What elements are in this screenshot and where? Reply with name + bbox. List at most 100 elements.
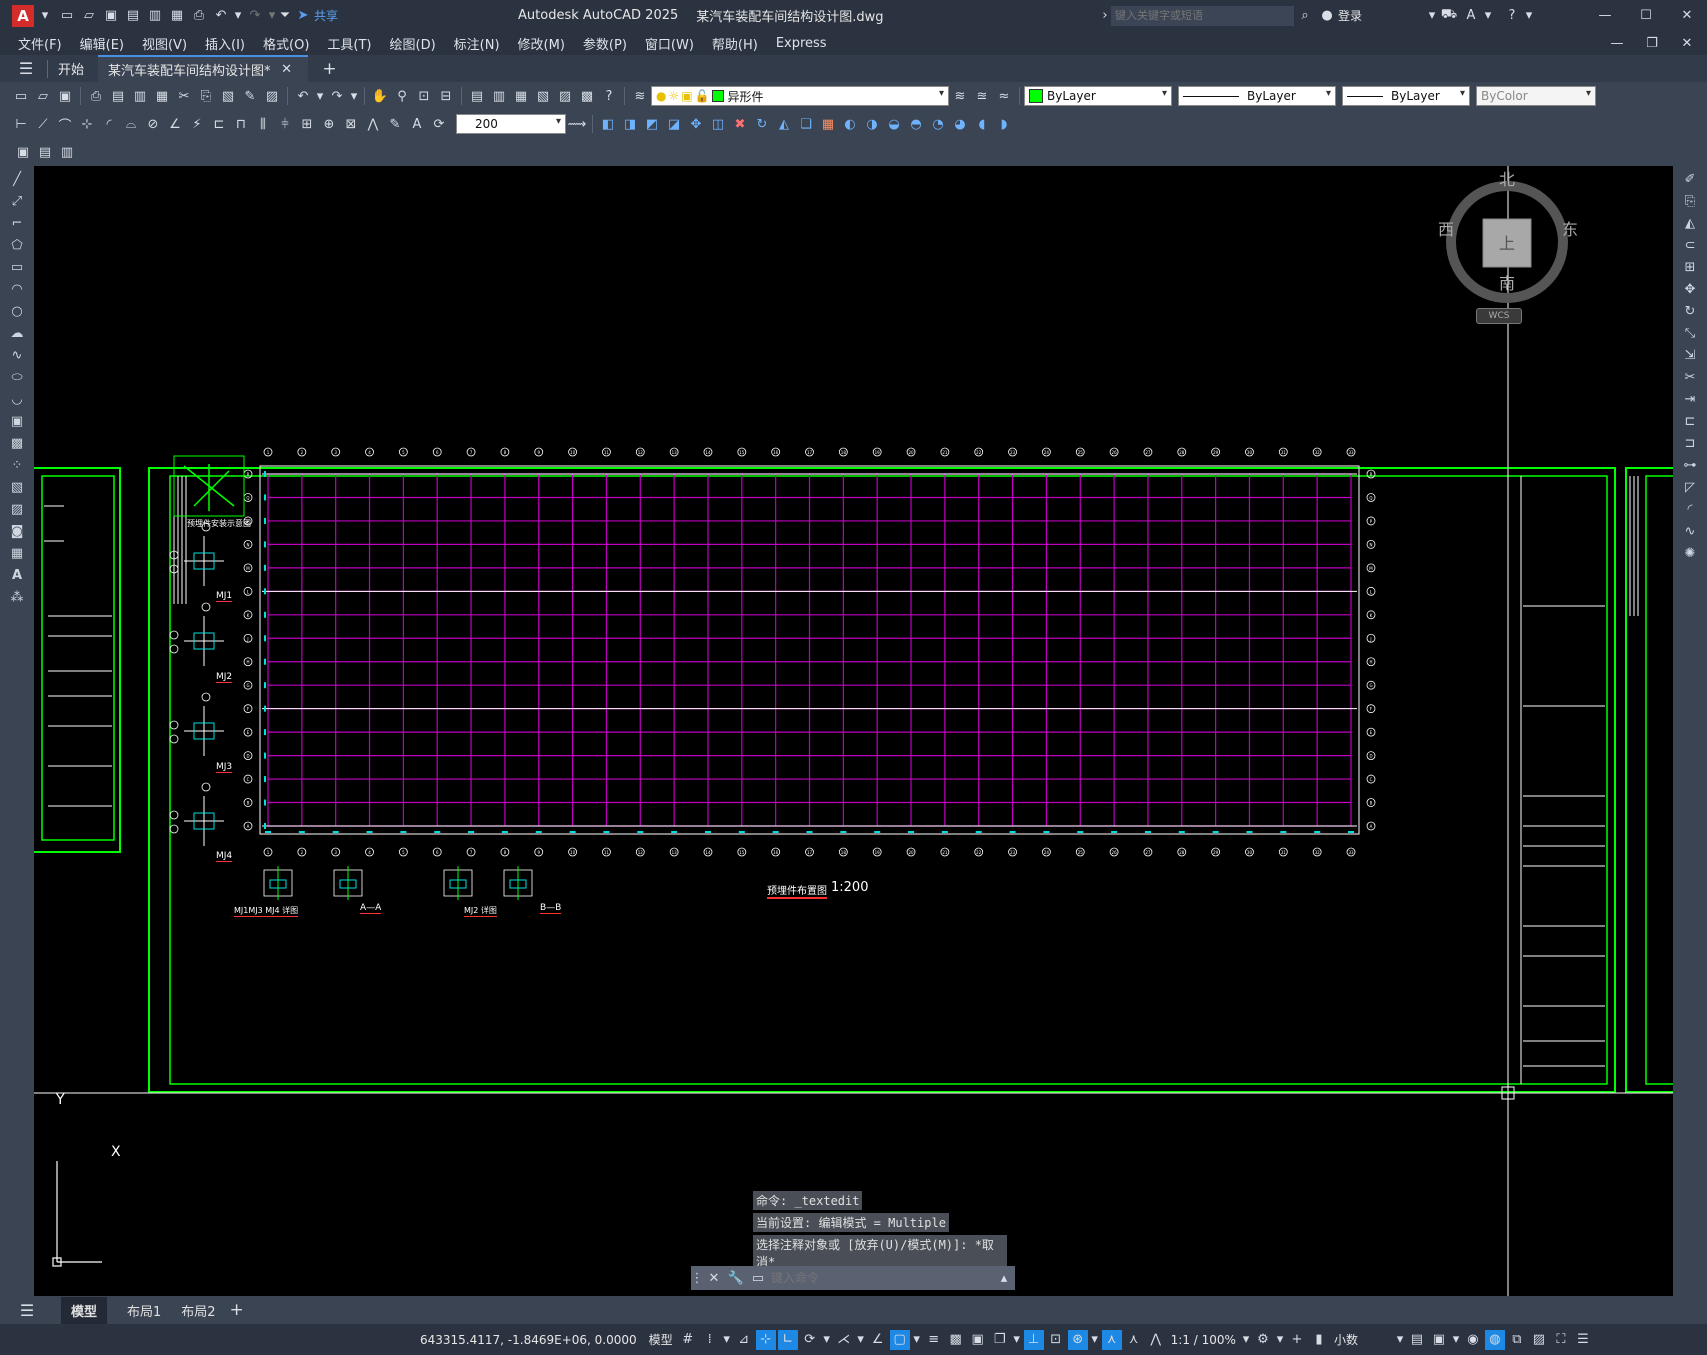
drawing-canvas[interactable]: 1 1 2 2 3 3 4 4 5 5 6 6 7 7 8 8 9 9 10 10 11 11 12 12 13 13 14 14 15… xyxy=(34,166,1673,1296)
workspace-dropdown-icon[interactable]: ▾ xyxy=(1275,1330,1285,1350)
model-space-toggle[interactable]: 模型 xyxy=(649,1331,673,1348)
redo-tb-dropdown-icon[interactable]: ▾ xyxy=(349,86,359,106)
menu-format[interactable]: 格式(O) xyxy=(263,34,309,53)
infer-constraints-icon[interactable]: ⊿ xyxy=(734,1330,754,1350)
blend-icon[interactable]: ∿ xyxy=(1680,522,1700,542)
clean-screen-icon[interactable]: ▨ xyxy=(1529,1330,1549,1350)
tab-model[interactable]: 模型 xyxy=(61,1296,108,1324)
search-input[interactable] xyxy=(1110,5,1294,26)
layer-tool-icon[interactable]: ▥ xyxy=(57,142,77,162)
share-button[interactable]: 共享 xyxy=(314,7,338,24)
offset-icon[interactable]: ⊂ xyxy=(1680,236,1700,256)
color-faces-icon[interactable]: ▦ xyxy=(818,114,838,134)
clean-icon[interactable]: ◑ xyxy=(862,114,882,134)
hamburger-menu-icon[interactable]: ☰ xyxy=(16,59,36,79)
3d-osnap-dropdown-icon[interactable]: ▾ xyxy=(1012,1330,1022,1350)
calculator-icon[interactable]: ▩ xyxy=(577,86,597,106)
menu-modify[interactable]: 修改(M) xyxy=(518,34,565,53)
tolerance-icon[interactable]: ⊞ xyxy=(297,114,317,134)
selection-cycling-icon[interactable]: ▣ xyxy=(968,1330,988,1350)
redo-tb-icon[interactable]: ↷ xyxy=(327,86,347,106)
wcs-menu[interactable]: WCS xyxy=(1476,308,1522,324)
dim-space-icon[interactable]: ⫼ xyxy=(253,114,273,134)
revcloud-icon[interactable]: ☁ xyxy=(7,324,27,344)
layer-dropdown[interactable]: ● ☼ ▣ 🔓 异形件 ▾ xyxy=(651,86,949,106)
maximize-window-icon[interactable]: ☐ xyxy=(1636,6,1656,26)
menu-express[interactable]: Express xyxy=(776,36,827,51)
scale-icon[interactable]: ⤡ xyxy=(1680,324,1700,344)
array-icon[interactable]: ⊞ xyxy=(1680,258,1700,278)
dim-diameter-icon[interactable]: ⊘ xyxy=(143,114,163,134)
menu-dimension[interactable]: 标注(N) xyxy=(454,34,500,53)
dim-continue-icon[interactable]: ⊓ xyxy=(231,114,251,134)
dynamic-ucs-icon[interactable]: ⊥ xyxy=(1023,1329,1044,1350)
tool-palettes-icon[interactable]: ▦ xyxy=(511,86,531,106)
extrude-edges-icon[interactable]: ◕ xyxy=(950,114,970,134)
undo-tb-icon[interactable]: ↶ xyxy=(293,86,313,106)
solid-intersect-icon[interactable]: ◩ xyxy=(642,114,662,134)
hatch-icon[interactable]: ▧ xyxy=(7,478,27,498)
redo-dropdown-icon[interactable]: ▾ xyxy=(267,6,277,26)
quick-properties-icon[interactable]: ▤ xyxy=(1407,1330,1427,1350)
lock-ui-dropdown-icon[interactable]: ▾ xyxy=(1451,1330,1461,1350)
extrude-faces-icon[interactable]: ◪ xyxy=(664,114,684,134)
lock-ui-icon[interactable]: ▣ xyxy=(1429,1330,1449,1350)
autodesk-a360-icon[interactable]: A xyxy=(1461,6,1481,26)
extend-icon[interactable]: ⇥ xyxy=(1680,390,1700,410)
chevron-right-icon[interactable]: › xyxy=(1100,6,1110,26)
units-dropdown-icon[interactable]: ▾ xyxy=(1395,1330,1405,1350)
viewcube-south[interactable]: 南 xyxy=(1499,270,1515,294)
markup-icon[interactable]: ▨ xyxy=(555,86,575,106)
jog-line-icon[interactable]: ⋀ xyxy=(363,114,383,134)
solid-subtract-icon[interactable]: ◨ xyxy=(620,114,640,134)
insert-block-icon[interactable]: ▣ xyxy=(7,412,27,432)
workspace-gear-icon[interactable]: ⚙ xyxy=(1253,1330,1273,1350)
rotate-faces-icon[interactable]: ↻ xyxy=(752,114,772,134)
polygon-icon[interactable]: ⬠ xyxy=(7,236,27,256)
table-icon[interactable]: ▦ xyxy=(7,544,27,564)
customization-icon[interactable]: ☰ xyxy=(1573,1330,1593,1350)
command-prompt-icon[interactable]: ▭ xyxy=(748,1268,768,1288)
layout-menu-icon[interactable]: ☰ xyxy=(17,1300,37,1320)
lineweight-icon[interactable]: ≡ xyxy=(924,1330,944,1350)
save-web-icon[interactable]: ▥ xyxy=(145,6,165,26)
ellipse-icon[interactable]: ⬭ xyxy=(7,368,27,388)
tab-layout2[interactable]: 布局2 xyxy=(181,1301,215,1320)
center-mark-icon[interactable]: ⊕ xyxy=(319,114,339,134)
doc-restore-icon[interactable]: ❐ xyxy=(1642,33,1662,53)
tab-drawing[interactable]: 某汽车装配车间结构设计图* ✕ xyxy=(98,55,308,82)
dim-jogged-icon[interactable]: ⌓ xyxy=(121,114,141,134)
polar-icon[interactable]: ⟳ xyxy=(800,1330,820,1350)
open-icon[interactable]: ▱ xyxy=(33,86,53,106)
break-point-icon[interactable]: ⊏ xyxy=(1680,412,1700,432)
user-icon[interactable]: ● xyxy=(1317,6,1337,26)
region-icon[interactable]: ◙ xyxy=(7,522,27,542)
a360-dropdown-icon[interactable]: ▾ xyxy=(1483,6,1493,26)
properties-icon[interactable]: ▤ xyxy=(467,86,487,106)
taper-faces-icon[interactable]: ◭ xyxy=(774,114,794,134)
command-customize-icon[interactable]: 🔧 xyxy=(726,1268,746,1288)
dim-update-icon[interactable]: ⟳ xyxy=(429,114,449,134)
tab-start[interactable]: 开始 xyxy=(58,59,84,78)
dim-edit-icon[interactable]: ✎ xyxy=(385,114,405,134)
menu-window[interactable]: 窗口(W) xyxy=(645,34,694,53)
command-input[interactable] xyxy=(769,1267,993,1289)
dim-radius-icon[interactable]: ◜ xyxy=(99,114,119,134)
menu-view[interactable]: 视图(V) xyxy=(142,34,187,53)
dim-baseline-icon[interactable]: ⊏ xyxy=(209,114,229,134)
save-as-icon[interactable]: ▤ xyxy=(123,6,143,26)
tab-close-icon[interactable]: ✕ xyxy=(277,60,297,80)
dim-style-icon[interactable]: ⟿ xyxy=(567,114,587,134)
circle-icon[interactable]: ○ xyxy=(7,302,27,322)
cart-icon[interactable]: ⛟ xyxy=(1439,6,1459,26)
erase-icon[interactable]: ✐ xyxy=(1680,170,1700,190)
layer-previous-icon[interactable]: ≊ xyxy=(972,86,992,106)
polyline-icon[interactable]: ⌐ xyxy=(7,214,27,234)
save-icon[interactable]: ▣ xyxy=(101,6,121,26)
zoom-realtime-icon[interactable]: ⚲ xyxy=(392,86,412,106)
login-button[interactable]: 登录 xyxy=(1338,7,1362,24)
zoom-previous-icon[interactable]: ⊟ xyxy=(436,86,456,106)
move-faces-icon[interactable]: ✥ xyxy=(686,114,706,134)
arc-icon[interactable]: ◠ xyxy=(7,280,27,300)
layer-properties-icon[interactable]: ≋ xyxy=(630,86,650,106)
